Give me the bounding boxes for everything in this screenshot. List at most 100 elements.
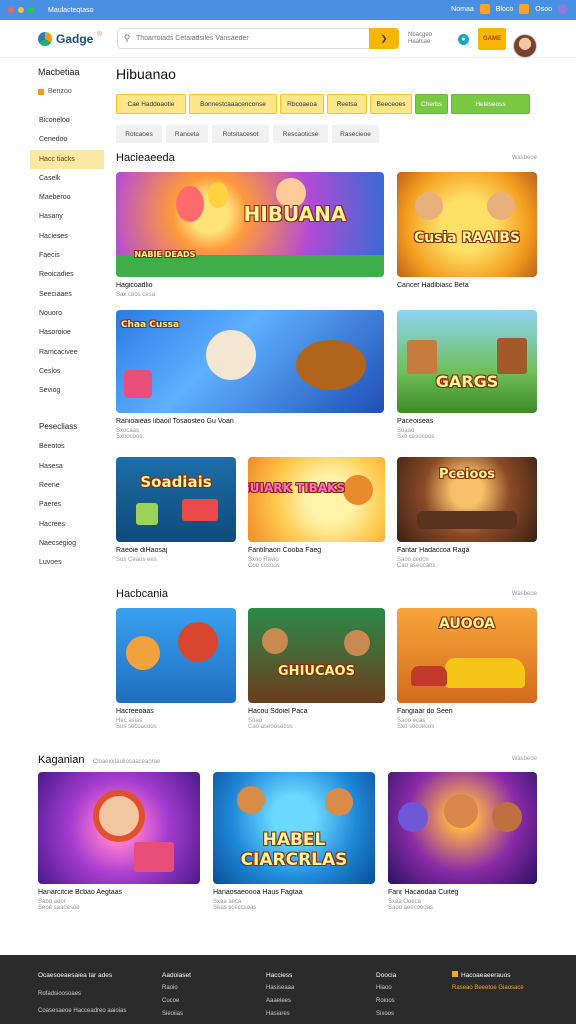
game-card[interactable]: Cusia RAAIBS Cancer Hadibiasc Beta bbox=[397, 172, 537, 292]
game-title[interactable]: Raeoie diHaosaj bbox=[116, 547, 236, 554]
sidebar-item[interactable]: Hacc tiacks bbox=[30, 149, 104, 169]
sidebar-item[interactable]: Hasoroioe bbox=[30, 323, 104, 342]
game-card[interactable]: Chaa Cussa Ranioaieas libaoil Tosaosteo … bbox=[116, 310, 384, 440]
game-card[interactable]: GUIARK TIBAKS Fantilnaon Cooba Faeg Sxoo… bbox=[248, 457, 385, 569]
sidebar-sub-item[interactable]: Hacrees bbox=[30, 515, 104, 534]
game-thumbnail[interactable]: AUOOA bbox=[397, 608, 537, 703]
game-title[interactable]: Hacou Sdoiel Paca bbox=[248, 708, 385, 715]
game-title[interactable]: Cancer Hadibiasc Beta bbox=[397, 282, 537, 289]
game-title[interactable]: Fantar Hadaccoa Raga bbox=[397, 547, 537, 554]
footer-link[interactable]: Rofadsioosoaes bbox=[38, 988, 126, 1001]
sidebar-sub-item[interactable]: Hasesa bbox=[30, 457, 104, 476]
footer-link[interactable]: Sixoos bbox=[376, 1008, 396, 1021]
window-control-2[interactable]: Bloco bbox=[496, 6, 514, 13]
game-card[interactable]: GHIUCAOS Hacou Sdoiel Paca Soao Cao aseo… bbox=[248, 608, 385, 730]
site-logo[interactable]: Gadge ® bbox=[38, 31, 114, 46]
chip-7[interactable]: Heleseoss bbox=[451, 94, 530, 114]
close-dot-icon[interactable] bbox=[8, 7, 14, 13]
footer-link[interactable]: Hasiseaaa bbox=[266, 982, 294, 995]
game-thumbnail[interactable]: GARGS bbox=[397, 310, 537, 413]
sidebar-item[interactable]: Cenedoo bbox=[30, 130, 104, 149]
game-title[interactable]: Paceoiseas bbox=[397, 418, 537, 425]
sidebar-item[interactable]: Ceslos bbox=[30, 362, 104, 381]
game-card[interactable]: HABEL CIARCRLAS Hanaosaeoooa Haus Fagtaa… bbox=[213, 772, 375, 911]
view-all-link-1[interactable]: Wasbeoe bbox=[512, 155, 537, 161]
alert-icon[interactable] bbox=[519, 4, 530, 14]
chip-5[interactable]: Beeceoes bbox=[370, 94, 412, 114]
game-card[interactable]: HIBUANA NABIE DEADS Hagicoadlio Sax ceos… bbox=[116, 172, 384, 298]
footer-link[interactable]: Aaaeiees bbox=[266, 995, 294, 1008]
sidebar-item[interactable]: Ramcacivee bbox=[30, 343, 104, 362]
game-thumbnail[interactable]: GHIUCAOS bbox=[248, 608, 385, 703]
sidebar-sub-item[interactable]: Naecsegiog bbox=[30, 534, 104, 553]
footer-link[interactable]: Sieoiias bbox=[162, 1008, 191, 1021]
game-thumbnail[interactable]: Soadiais bbox=[116, 457, 236, 542]
window-control-1[interactable]: Nomaa bbox=[451, 6, 474, 13]
sidebar-recent[interactable]: Benzoo bbox=[30, 84, 104, 111]
sidebar-item[interactable]: Seeciaaes bbox=[30, 285, 104, 304]
game-card[interactable]: Hacreeoaas Hec asias Sus secoacoos bbox=[116, 608, 236, 730]
tab-3[interactable]: Rotsitacesot bbox=[212, 125, 269, 143]
help-line-2[interactable]: Haatsae bbox=[408, 39, 432, 46]
game-thumbnail[interactable] bbox=[38, 772, 200, 884]
game-title[interactable]: Fantilnaon Cooba Faeg bbox=[248, 547, 385, 554]
game-title[interactable]: Fangiaar do Seen bbox=[397, 708, 537, 715]
search-input[interactable] bbox=[136, 35, 369, 42]
sidebar-item[interactable]: Maeberoo bbox=[30, 188, 104, 207]
game-thumbnail[interactable] bbox=[388, 772, 537, 884]
footer-link[interactable]: Raoio bbox=[162, 982, 191, 995]
footer-link[interactable]: Roioos bbox=[376, 995, 396, 1008]
sidebar-item[interactable]: Hasany bbox=[30, 207, 104, 226]
chip-4[interactable]: Reetsa bbox=[327, 94, 367, 114]
footer-link[interactable]: Hiaoo bbox=[376, 982, 396, 995]
sidebar-sub-item[interactable]: Reene bbox=[30, 476, 104, 495]
game-title[interactable]: Hacreeoaas bbox=[116, 708, 236, 715]
window-control-3[interactable]: Osoo bbox=[535, 6, 552, 13]
game-title[interactable]: Ranioaieas libaoil Tosaosteo Gu Voan bbox=[116, 418, 384, 425]
game-thumbnail[interactable]: GUIARK TIBAKS bbox=[248, 457, 385, 542]
chip-2[interactable]: Bonnestcaaacenconse bbox=[189, 94, 277, 114]
sidebar-sub-item[interactable]: Paeres bbox=[30, 495, 104, 514]
sidebar-item[interactable]: Caselk bbox=[30, 169, 104, 188]
footer-link[interactable]: Coasesaeoe Hacceadreo aaioias bbox=[38, 1005, 126, 1018]
tab-4[interactable]: Rescaoticse bbox=[273, 125, 328, 143]
sidebar-item[interactable]: Biconeloo bbox=[30, 111, 104, 130]
game-thumbnail[interactable] bbox=[116, 608, 236, 703]
view-all-link-3[interactable]: Wasbeoe bbox=[512, 756, 537, 762]
game-card[interactable]: GARGS Paceoiseas Soaao Sxo cesocoos bbox=[397, 310, 537, 440]
footer-link[interactable]: Hasiares bbox=[266, 1008, 294, 1021]
game-card[interactable]: Pceioos Fantar Hadaccoa Raga Saoo ceoos … bbox=[397, 457, 537, 569]
sidebar-item[interactable]: Hacieses bbox=[30, 227, 104, 246]
chip-3[interactable]: Rbcoaeoa bbox=[280, 94, 324, 114]
game-thumbnail[interactable]: Chaa Cussa bbox=[116, 310, 384, 413]
footer-link[interactable]: Raseao Beeetoe Giaosace bbox=[452, 982, 524, 995]
game-title[interactable]: Hagicoadlio bbox=[116, 282, 384, 289]
game-thumbnail[interactable]: Cusia RAAIBS bbox=[397, 172, 537, 277]
tab-1[interactable]: Rotcaoes bbox=[116, 125, 162, 143]
game-card[interactable]: Fanr Hacaodaa Cuiteg Sxaa Ooeca Saoo aee… bbox=[388, 772, 537, 911]
user-avatar[interactable] bbox=[513, 34, 537, 58]
sidebar-sub-item[interactable]: Beeotos bbox=[30, 437, 104, 456]
sidebar-sub-item[interactable]: Luvoes bbox=[30, 553, 104, 572]
view-all-link-2[interactable]: Wasbeoe bbox=[512, 591, 537, 597]
game-title[interactable]: Hanaosaeoooa Haus Fagtaa bbox=[213, 889, 375, 896]
search-button[interactable]: ❯ bbox=[369, 28, 399, 49]
tab-5[interactable]: Rasecieoe bbox=[332, 125, 379, 143]
notification-icon[interactable] bbox=[479, 4, 490, 14]
minimize-dot-icon[interactable] bbox=[18, 7, 24, 13]
game-title[interactable]: Fanr Hacaodaa Cuiteg bbox=[388, 889, 537, 896]
promo-badge[interactable]: GAME bbox=[478, 28, 506, 50]
tab-2[interactable]: Ranceta bbox=[166, 125, 208, 143]
sidebar-item[interactable]: Nouoro bbox=[30, 304, 104, 323]
maximize-dot-icon[interactable] bbox=[28, 7, 34, 13]
game-card[interactable]: Soadiais Raeoie diHaosaj Sus Ceaos ees bbox=[116, 457, 236, 563]
notifications-icon[interactable]: ● bbox=[458, 34, 469, 45]
chip-6[interactable]: Cherbs bbox=[415, 94, 448, 114]
game-card[interactable]: Hanarcitcie Bcbao Aegtaas Sabo aeor Seoe… bbox=[38, 772, 200, 911]
game-thumbnail[interactable]: HABEL CIARCRLAS bbox=[213, 772, 375, 884]
game-thumbnail[interactable]: Pceioos bbox=[397, 457, 537, 542]
help-line-1[interactable]: Nbacgeo bbox=[408, 32, 432, 39]
sidebar-item[interactable]: Faecis bbox=[30, 246, 104, 265]
sidebar-item[interactable]: Reoicadies bbox=[30, 265, 104, 284]
game-card[interactable]: AUOOA Fangiaar do Seen Saoo ecas Sxo soc… bbox=[397, 608, 537, 730]
